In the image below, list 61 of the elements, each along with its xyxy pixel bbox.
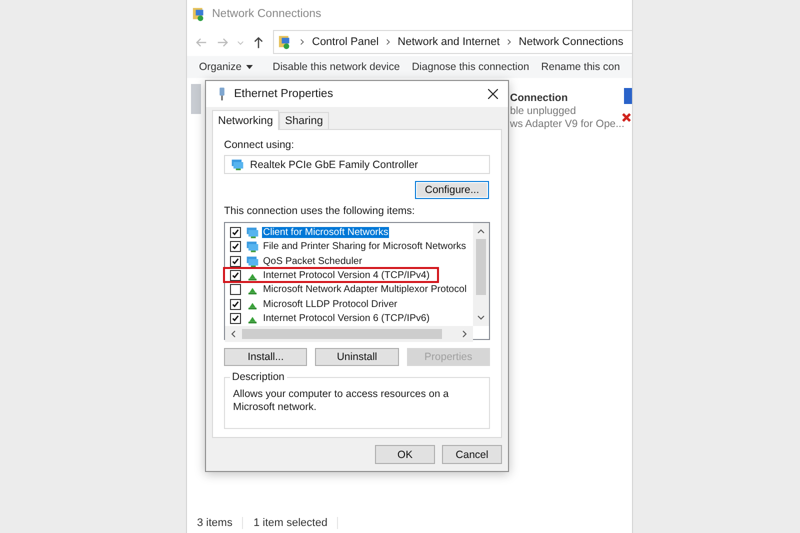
toolbar-button[interactable]: Diagnose this connection (412, 61, 530, 73)
tab[interactable]: Sharing (279, 112, 329, 129)
close-icon[interactable] (488, 89, 498, 99)
monitor-icon (246, 240, 259, 254)
toolbar-button[interactable]: Disable this network device (272, 61, 400, 73)
scroll-thumb[interactable] (242, 328, 442, 338)
monitor-icon (231, 158, 244, 172)
breadcrumb[interactable]: Network Connections (518, 36, 624, 48)
description-text: Allows your computer to access resources on a Microsoft network. (233, 388, 450, 414)
breadcrumb[interactable]: Network and Internet (398, 36, 500, 48)
caret-icon (246, 64, 253, 70)
adapter-name: ws Adapter V9 for Ope... (510, 118, 624, 130)
scroll-up-icon[interactable] (477, 228, 485, 234)
scroll-right-icon[interactable] (462, 330, 468, 338)
chevron-right-icon (506, 38, 512, 46)
list-item[interactable]: Client for Microsoft Networks (262, 227, 390, 238)
checkbox[interactable] (230, 298, 241, 310)
checkbox[interactable] (230, 256, 241, 267)
list-item[interactable]: Internet Protocol Version 6 (TCP/IPv6) (262, 312, 431, 324)
ethernet-plug-icon (218, 87, 226, 101)
group-title: Description (230, 371, 287, 384)
list-item[interactable]: QoS Packet Scheduler (262, 256, 364, 267)
toolbar-button[interactable]: Rename this con (541, 61, 620, 73)
connect-using-label: Connect using: (224, 139, 296, 151)
chevron-right-icon (300, 38, 305, 46)
window-title: Network Connections (212, 8, 322, 20)
ok-button[interactable]: OK (375, 445, 435, 464)
list-item[interactable]: Microsoft Network Adapter Multiplexor Protocol (262, 284, 468, 296)
chevron-right-icon (386, 38, 391, 46)
configure-button[interactable]: Configure... (415, 181, 489, 200)
address-bar[interactable]: Control Panel Network and Internet Network Connections (273, 30, 632, 54)
monitor-icon (246, 254, 259, 268)
scroll-down-icon[interactable] (477, 314, 485, 320)
items-label: This connection uses the following items: (224, 205, 416, 218)
checkbox[interactable] (230, 270, 241, 281)
scroll-left-icon[interactable] (230, 330, 236, 338)
vertical-scrollbar[interactable] (473, 223, 489, 326)
list-item[interactable]: File and Printer Sharing for Microsoft Networks (262, 241, 468, 252)
horizontal-scrollbar[interactable] (225, 326, 473, 342)
status-text: 3 items (197, 517, 244, 529)
tab[interactable]: Networking (212, 110, 280, 130)
action-button[interactable]: Uninstall (315, 348, 399, 366)
list-item[interactable]: Internet Protocol Version 4 (TCP/IPv4) (262, 270, 431, 281)
checkbox[interactable] (230, 227, 241, 238)
checkbox[interactable] (230, 312, 241, 324)
adapter-name: Realtek PCIe GbE Family Controller (250, 158, 418, 171)
toolbar-button[interactable]: Organize (199, 61, 253, 73)
disconnected-network-icon (622, 88, 632, 124)
checkbox[interactable] (230, 284, 241, 296)
breadcrumb[interactable]: Control Panel (312, 36, 379, 48)
checkbox[interactable] (230, 241, 241, 252)
dialog-title: Ethernet Properties (234, 88, 334, 100)
up-arrow-icon[interactable] (252, 36, 265, 48)
list-item[interactable]: Microsoft LLDP Protocol Driver (262, 298, 398, 310)
connection-status: ble unplugged (510, 105, 577, 117)
connection-name: Connection (510, 92, 569, 104)
cancel-button[interactable]: Cancel (442, 445, 502, 464)
scroll-thumb[interactable] (476, 239, 486, 296)
monitor-icon (246, 226, 259, 240)
action-button[interactable]: Install... (224, 348, 308, 366)
status-text: 1 item selected (253, 517, 338, 529)
